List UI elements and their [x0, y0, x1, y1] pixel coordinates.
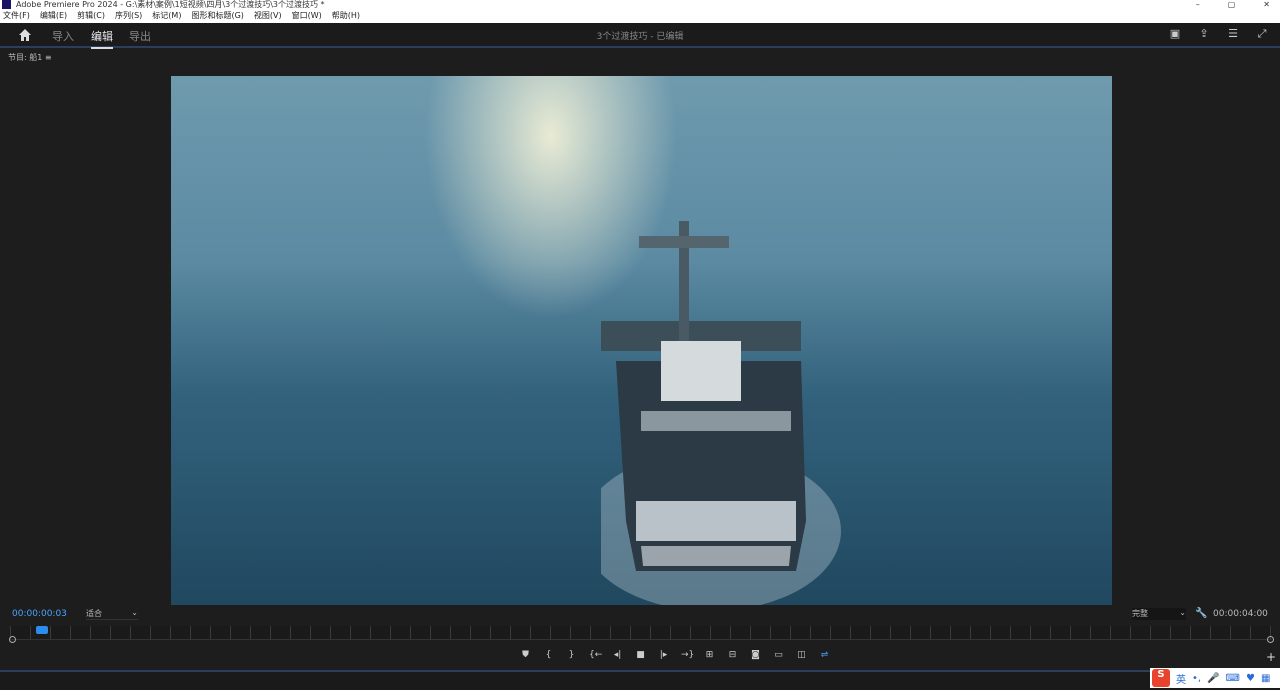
mark-in-icon[interactable]: {	[543, 650, 554, 660]
menu-bar: 文件(F) 编辑(E) 剪辑(C) 序列(S) 标记(M) 图形和标题(G) 视…	[0, 9, 1280, 23]
toolbox-icon[interactable]: ▦	[1261, 673, 1270, 684]
keyboard-icon[interactable]: ⌨	[1226, 673, 1240, 684]
premiere-logo-icon	[2, 0, 11, 9]
project-title: 3个过渡技巧 - 已编辑	[596, 32, 684, 42]
playback-resolution-dropdown[interactable]: 完整 ⌄	[1132, 608, 1186, 620]
go-to-in-icon[interactable]: {←	[589, 650, 602, 660]
menu-help[interactable]: 帮助(H)	[332, 9, 360, 23]
workspace-header: 导入 编辑 导出 3个过渡技巧 - 已编辑 ▣ ⇪ ☰ ⤢	[0, 23, 1280, 49]
maximize-button[interactable]: ▢	[1228, 0, 1236, 9]
window-titlebar: Adobe Premiere Pro 2024 - G:\素材\案例\1短视频\…	[0, 0, 1280, 9]
camera-icon[interactable]: ◙	[750, 650, 761, 660]
mark-out-icon[interactable]: }	[566, 650, 577, 660]
settings-wrench-icon[interactable]: 🔧	[1195, 608, 1207, 619]
go-to-out-icon[interactable]: →}	[681, 650, 694, 660]
playhead-handle[interactable]	[36, 626, 48, 634]
menu-view[interactable]: 视图(V)	[254, 9, 282, 23]
menu-graphics[interactable]: 图形和标题(G)	[191, 9, 243, 23]
step-forward-icon[interactable]: |▸	[658, 650, 669, 660]
proxy-icon[interactable]: ◫	[796, 650, 807, 660]
transport-controls: ⛊ { } {← ◂| ■ |▸ →} ⊞ ⊟ ◙ ▭ ◫ ⇌	[520, 650, 830, 660]
share-icon[interactable]: ⇪	[1198, 28, 1210, 40]
sogou-logo-icon[interactable]: S	[1152, 669, 1170, 687]
menu-file[interactable]: 文件(F)	[3, 9, 30, 23]
insert-icon[interactable]: ⊞	[704, 650, 715, 660]
resolution-value: 完整	[1132, 609, 1148, 618]
status-bar	[0, 670, 1280, 690]
ime-language[interactable]: 英	[1176, 671, 1186, 686]
close-button[interactable]: ✕	[1263, 0, 1270, 9]
menu-sequence[interactable]: 序列(S)	[115, 9, 142, 23]
minimize-button[interactable]: –	[1196, 0, 1200, 9]
microphone-icon[interactable]: 🎤	[1207, 673, 1219, 684]
duration-timecode: 00:00:04:00	[1213, 609, 1268, 619]
zoom-level-value: 适合	[86, 609, 102, 618]
ship-image	[601, 221, 841, 605]
add-marker-icon[interactable]: ⛊	[520, 650, 531, 660]
ime-toolbar: S 英 •, 🎤 ⌨ ♥ ▦	[1150, 668, 1280, 688]
menu-window[interactable]: 窗口(W)	[292, 9, 322, 23]
skin-icon[interactable]: ♥	[1246, 673, 1255, 684]
chevron-down-icon: ⌄	[131, 608, 138, 617]
chevron-down-icon: ⌄	[1179, 608, 1186, 617]
workspaces-menu-icon[interactable]: ☰	[1227, 28, 1239, 40]
stop-icon[interactable]: ■	[635, 650, 646, 660]
menu-markers[interactable]: 标记(M)	[152, 9, 181, 23]
current-timecode[interactable]: 00:00:00:03	[12, 609, 67, 619]
overwrite-icon[interactable]: ⊟	[727, 650, 738, 660]
panel-menu-icon[interactable]: ≡	[45, 53, 52, 62]
program-monitor-tab[interactable]: 节目: 船1 ≡	[8, 52, 52, 63]
comparison-view-icon[interactable]: ▭	[773, 650, 784, 660]
quick-export-icon[interactable]: ▣	[1169, 28, 1181, 40]
button-editor-plus-icon[interactable]: +	[1266, 650, 1276, 664]
window-title: Adobe Premiere Pro 2024 - G:\素材\案例\1短视频\…	[16, 0, 325, 9]
zoom-level-dropdown[interactable]: 适合 ⌄	[86, 608, 138, 620]
zoom-scroll-handle-left[interactable]	[9, 636, 16, 643]
menu-clip[interactable]: 剪辑(C)	[77, 9, 105, 23]
program-label: 节目: 船1	[8, 53, 43, 62]
menu-edit[interactable]: 编辑(E)	[40, 9, 67, 23]
fullscreen-icon[interactable]: ⤢	[1256, 28, 1268, 40]
timeline-ruler[interactable]	[10, 626, 1272, 640]
punctuation-icon[interactable]: •,	[1192, 673, 1201, 684]
program-monitor-video[interactable]	[171, 76, 1112, 605]
multicam-icon[interactable]: ⇌	[819, 650, 830, 660]
step-back-icon[interactable]: ◂|	[612, 650, 623, 660]
zoom-scroll-handle-right[interactable]	[1267, 636, 1274, 643]
